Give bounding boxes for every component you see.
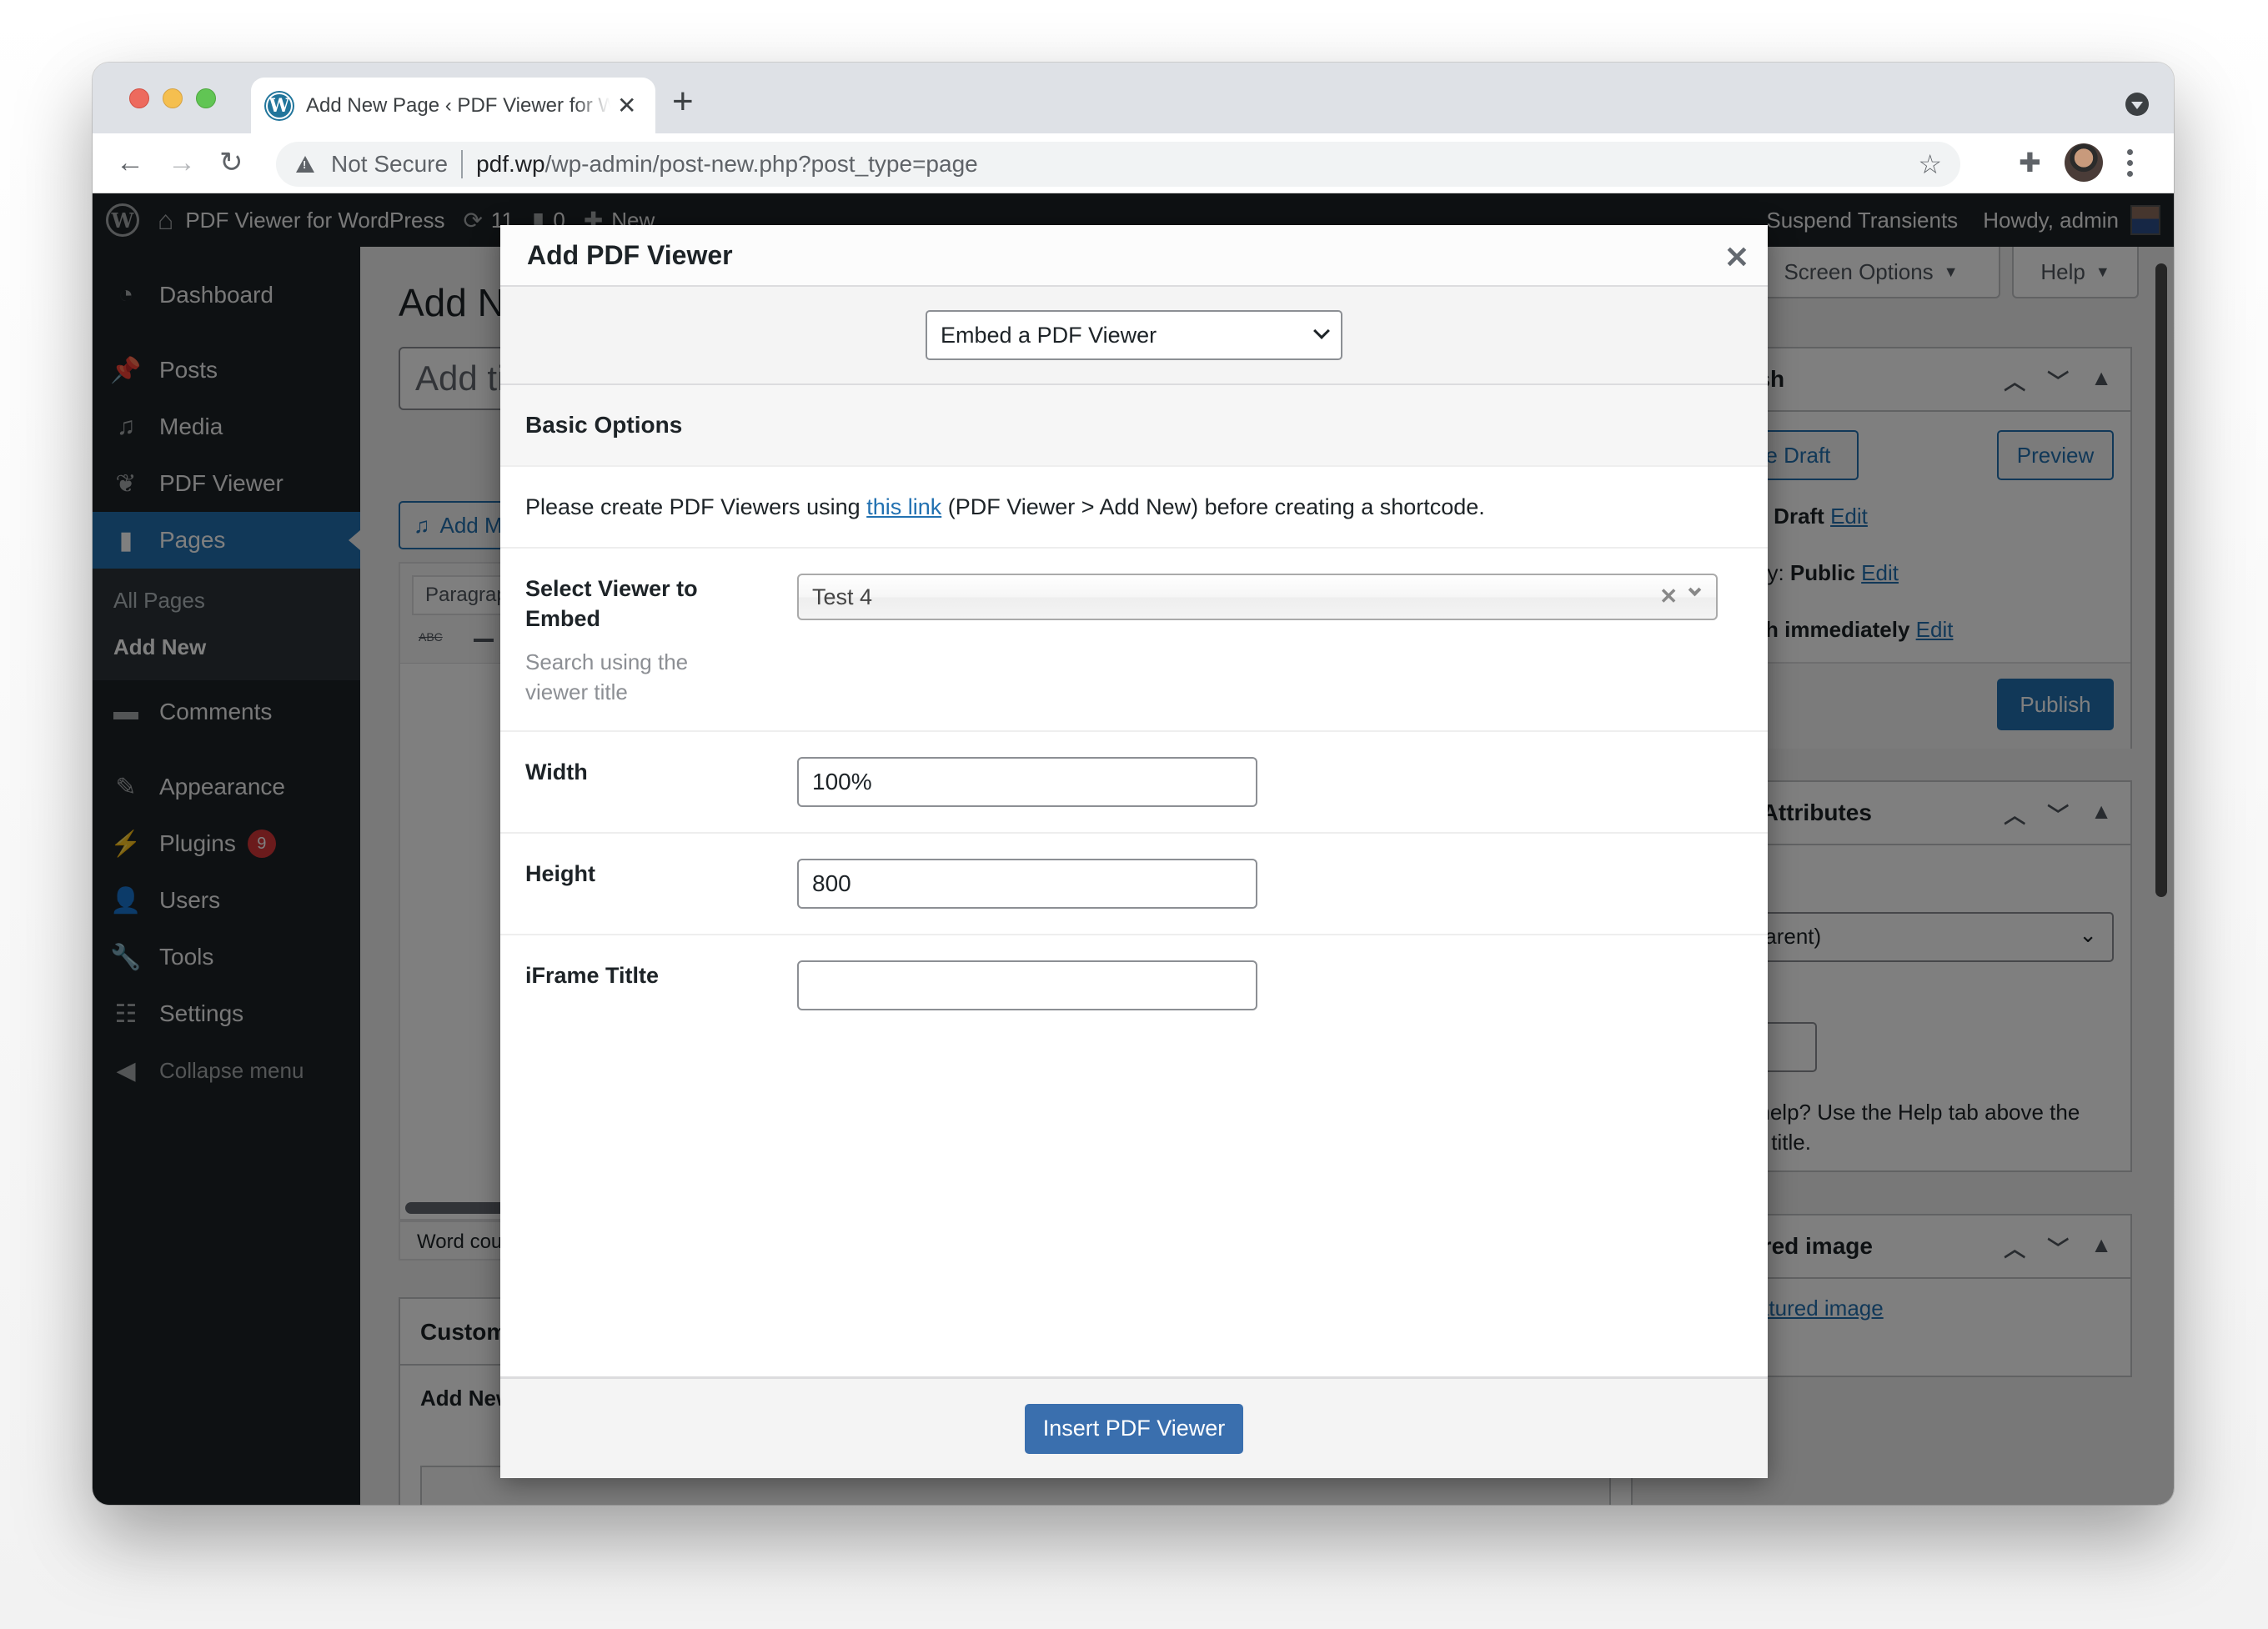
- create-viewer-link[interactable]: this link: [866, 494, 941, 520]
- insert-pdf-viewer-button[interactable]: Insert PDF Viewer: [1024, 1403, 1244, 1454]
- create-viewer-notice: Please create PDF Viewers using this lin…: [500, 467, 1768, 549]
- bookmark-star-icon[interactable]: ☆: [1918, 148, 1942, 180]
- url-path: /wp-admin/post-new.php?post_type=page: [544, 151, 978, 177]
- chevron-down-icon: [1313, 323, 1330, 339]
- height-input[interactable]: [797, 859, 1257, 909]
- warning-triangle-icon: [296, 156, 314, 173]
- browser-tab-active[interactable]: W Add New Page ‹ PDF Viewer for WordPres…: [251, 78, 655, 133]
- browser-toolbar: ← → ↻ Not Secure pdf.wp/wp-admin/post-ne…: [93, 133, 2174, 193]
- viewer-select-row: Select Viewer to Embed Search using the …: [500, 549, 1768, 732]
- close-window-button[interactable]: [129, 88, 149, 108]
- zoom-window-button[interactable]: [196, 88, 216, 108]
- width-label: Width: [525, 759, 588, 784]
- url-separator: [461, 150, 464, 178]
- notice-text-before: Please create PDF Viewers using: [525, 494, 867, 519]
- mode-select-row: Embed a PDF Viewer: [500, 287, 1768, 385]
- tab-strip: W Add New Page ‹ PDF Viewer for WordPres…: [93, 63, 2174, 133]
- profile-avatar[interactable]: [2065, 143, 2103, 182]
- iframe-title-input[interactable]: [797, 960, 1257, 1010]
- forward-arrow-icon[interactable]: →: [168, 148, 196, 177]
- viewer-select-value: Test 4: [812, 584, 873, 609]
- tab-close-icon[interactable]: ✕: [617, 92, 636, 119]
- mode-select-value: Embed a PDF Viewer: [941, 322, 1157, 348]
- close-icon[interactable]: ✕: [1724, 240, 1749, 275]
- height-label: Height: [525, 861, 595, 886]
- iframe-title-row: iFrame Titlte: [500, 935, 1768, 1037]
- browser-menu-icon[interactable]: [2127, 147, 2133, 179]
- url-text[interactable]: pdf.wp/wp-admin/post-new.php?post_type=p…: [476, 151, 978, 178]
- url-host: pdf.wp: [476, 151, 545, 177]
- basic-options-heading: Basic Options: [500, 385, 1768, 467]
- modal-header: Add PDF Viewer ✕: [500, 225, 1768, 287]
- viewer-select[interactable]: Test 4 ✕: [797, 574, 1718, 620]
- iframe-title-label: iFrame Titlte: [525, 963, 660, 988]
- reload-icon[interactable]: ↻: [219, 148, 243, 177]
- height-row: Height: [500, 834, 1768, 935]
- width-input[interactable]: [797, 757, 1257, 807]
- modal-title: Add PDF Viewer: [527, 239, 733, 270]
- minimize-window-button[interactable]: [163, 88, 183, 108]
- security-status[interactable]: Not Secure: [331, 151, 448, 178]
- viewer-select-label: Select Viewer to Embed: [525, 576, 698, 631]
- clear-selection-icon[interactable]: ✕: [1659, 584, 1678, 609]
- wordpress-favicon-icon: W: [266, 92, 293, 119]
- add-pdf-viewer-modal: Add PDF Viewer ✕ Embed a PDF Viewer Basi…: [500, 225, 1768, 1478]
- tab-title: Add New Page ‹ PDF Viewer for WordPress: [306, 93, 610, 117]
- width-row: Width: [500, 732, 1768, 834]
- back-arrow-icon[interactable]: ←: [116, 148, 144, 177]
- tab-search-icon[interactable]: [2125, 93, 2149, 116]
- mode-select[interactable]: Embed a PDF Viewer: [926, 310, 1342, 360]
- address-bar[interactable]: Not Secure pdf.wp/wp-admin/post-new.php?…: [276, 142, 1960, 187]
- browser-window: W Add New Page ‹ PDF Viewer for WordPres…: [93, 63, 2174, 1505]
- notice-text-after: (PDF Viewer > Add New) before creating a…: [941, 494, 1485, 519]
- modal-footer: Insert PDF Viewer: [500, 1376, 1768, 1478]
- new-tab-button[interactable]: +: [672, 81, 694, 123]
- chevron-down-icon: [1688, 583, 1702, 597]
- extensions-puzzle-icon[interactable]: ✚: [2019, 147, 2041, 178]
- viewer-select-description: Search using the viewer title: [525, 649, 689, 704]
